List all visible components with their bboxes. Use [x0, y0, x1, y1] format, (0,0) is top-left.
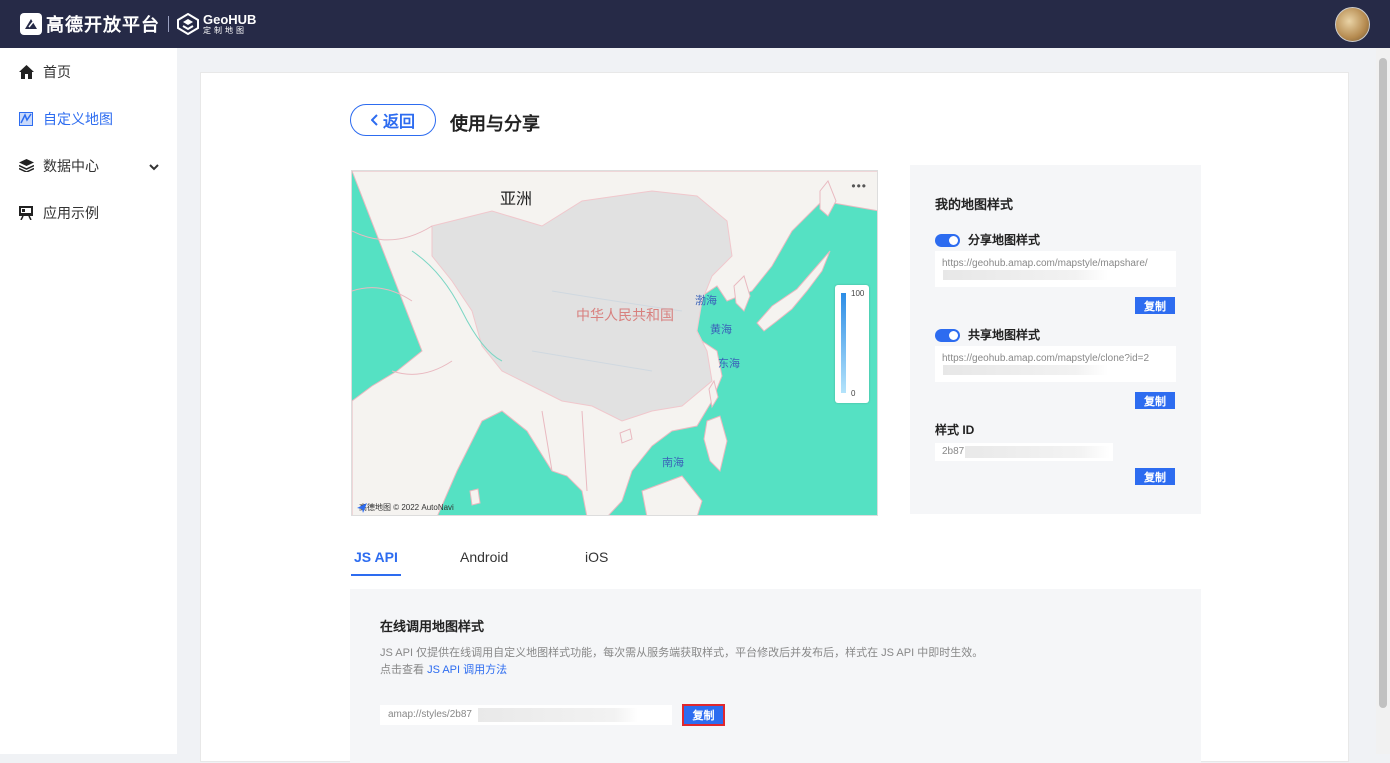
map-canvas — [352, 171, 877, 515]
share-url-text: https://geohub.amap.com/mapstyle/mapshar… — [942, 258, 1148, 269]
style-url-text: amap://styles/2b87 — [388, 709, 472, 720]
api-hint: 点击查看 JS API 调用方法 — [380, 661, 507, 677]
map-label-asia: 亚洲 — [500, 191, 533, 208]
clone-url-field[interactable]: https://geohub.amap.com/mapstyle/clone?i… — [935, 346, 1176, 382]
geohub-logo-icon — [177, 13, 199, 35]
js-api-docs-link[interactable]: JS API 调用方法 — [427, 664, 507, 676]
legend-gradient-bar — [841, 293, 846, 393]
geohub-subtitle: 定制地图 — [203, 26, 247, 35]
tab-label: Android — [460, 549, 509, 565]
copy-share-url-button[interactable]: 复制 — [1135, 297, 1175, 314]
tab-js-api[interactable]: JS API — [354, 549, 398, 575]
map-label-bohai: 渤海 — [695, 295, 717, 307]
redaction-mask — [943, 365, 1108, 375]
copy-style-id-button[interactable]: 复制 — [1135, 468, 1175, 485]
page-title: 使用与分享 — [450, 114, 540, 134]
api-hint-prefix: 点击查看 — [380, 664, 428, 676]
top-bar: 高德开放平台 GeoHUB 定制地图 — [0, 0, 1390, 48]
tab-label: JS API — [354, 549, 398, 565]
legend-max: 100 — [851, 289, 865, 298]
sidebar-item-examples[interactable]: 应用示例 — [0, 189, 177, 236]
tab-label: iOS — [585, 549, 609, 565]
scrollbar-thumb[interactable] — [1379, 58, 1387, 708]
sidebar-item-label: 自定义地图 — [43, 110, 113, 127]
back-button[interactable]: 返回 — [350, 104, 436, 136]
sidebar-item-label: 应用示例 — [43, 204, 99, 221]
map-icon — [18, 111, 34, 127]
share-style-label: 分享地图样式 — [968, 233, 1041, 247]
chevron-left-icon — [370, 114, 379, 126]
style-url-field[interactable]: amap://styles/2b87 — [380, 705, 672, 725]
brand-name: 高德开放平台 — [46, 15, 160, 35]
redaction-mask — [478, 708, 638, 722]
active-tab-indicator — [351, 574, 401, 576]
back-button-label: 返回 — [382, 114, 415, 131]
style-panel: 我的地图样式 分享地图样式 https://geohub.amap.com/ma… — [910, 165, 1201, 514]
style-id-field[interactable]: 2b87 — [935, 443, 1113, 461]
map-label-china: 中华人民共和国 — [576, 307, 674, 323]
share-url-field[interactable]: https://geohub.amap.com/mapstyle/mapshar… — [935, 251, 1176, 287]
sidebar: 首页 自定义地图 数据中心 应用示例 — [0, 48, 177, 754]
layers-icon — [18, 158, 34, 174]
chevron-down-icon[interactable] — [149, 158, 159, 174]
clone-url-text: https://geohub.amap.com/mapstyle/clone?i… — [942, 353, 1150, 364]
map-attribution: 高德地图 © 2022 AutoNavi — [356, 502, 454, 513]
sidebar-item-data-center[interactable]: 数据中心 — [0, 142, 177, 189]
sidebar-item-custom-map[interactable]: 自定义地图 — [0, 95, 177, 142]
map-label-east-sea: 东海 — [718, 358, 740, 370]
map-legend: 100 0 — [835, 285, 869, 403]
map-label-south-sea: 南海 — [662, 457, 684, 469]
main-content: 返回 使用与分享 亚洲 中华人民共和国 渤海 黄海 东海 南海 ••• 100 … — [200, 72, 1349, 763]
map-preview[interactable]: 亚洲 中华人民共和国 渤海 黄海 东海 南海 ••• 100 0 高德地图 © … — [351, 170, 878, 516]
sidebar-item-label: 数据中心 — [43, 157, 99, 174]
copy-clone-url-button[interactable]: 复制 — [1135, 392, 1175, 409]
map-label-yellow-sea: 黄海 — [710, 324, 732, 336]
style-id-label: 样式 ID — [935, 423, 975, 437]
home-icon — [18, 64, 34, 80]
api-panel-title: 在线调用地图样式 — [380, 619, 485, 634]
tab-android[interactable]: Android — [460, 549, 508, 575]
redaction-mask — [965, 446, 1110, 458]
redaction-mask — [943, 270, 1108, 280]
brand[interactable]: 高德开放平台 GeoHUB 定制地图 — [20, 11, 256, 37]
map-attribution-text: 高德地图 © 2022 AutoNavi — [359, 503, 454, 512]
clone-style-label: 共享地图样式 — [968, 328, 1041, 342]
sidebar-item-label: 首页 — [43, 63, 71, 80]
user-avatar[interactable] — [1335, 7, 1370, 42]
style-id-text: 2b87 — [942, 446, 965, 457]
screen-icon — [18, 205, 34, 221]
copy-style-url-button[interactable]: 复制 — [682, 704, 725, 726]
tab-ios[interactable]: iOS — [585, 549, 608, 575]
clone-style-toggle[interactable] — [935, 329, 960, 342]
page-scrollbar[interactable] — [1376, 48, 1390, 754]
share-style-toggle[interactable] — [935, 234, 960, 247]
legend-min: 0 — [851, 389, 856, 398]
geohub-title: GeoHUB — [203, 12, 257, 27]
sidebar-item-home[interactable]: 首页 — [0, 48, 177, 95]
more-options-icon[interactable]: ••• — [851, 179, 867, 193]
amap-logo-icon — [20, 13, 42, 35]
api-panel: 在线调用地图样式 JS API 仅提供在线调用自定义地图样式功能，每次需从服务端… — [350, 589, 1201, 763]
style-panel-title: 我的地图样式 — [935, 197, 1014, 212]
brand-divider — [168, 16, 169, 32]
api-description: JS API 仅提供在线调用自定义地图样式功能，每次需从服务端获取样式，平台修改… — [380, 647, 984, 659]
